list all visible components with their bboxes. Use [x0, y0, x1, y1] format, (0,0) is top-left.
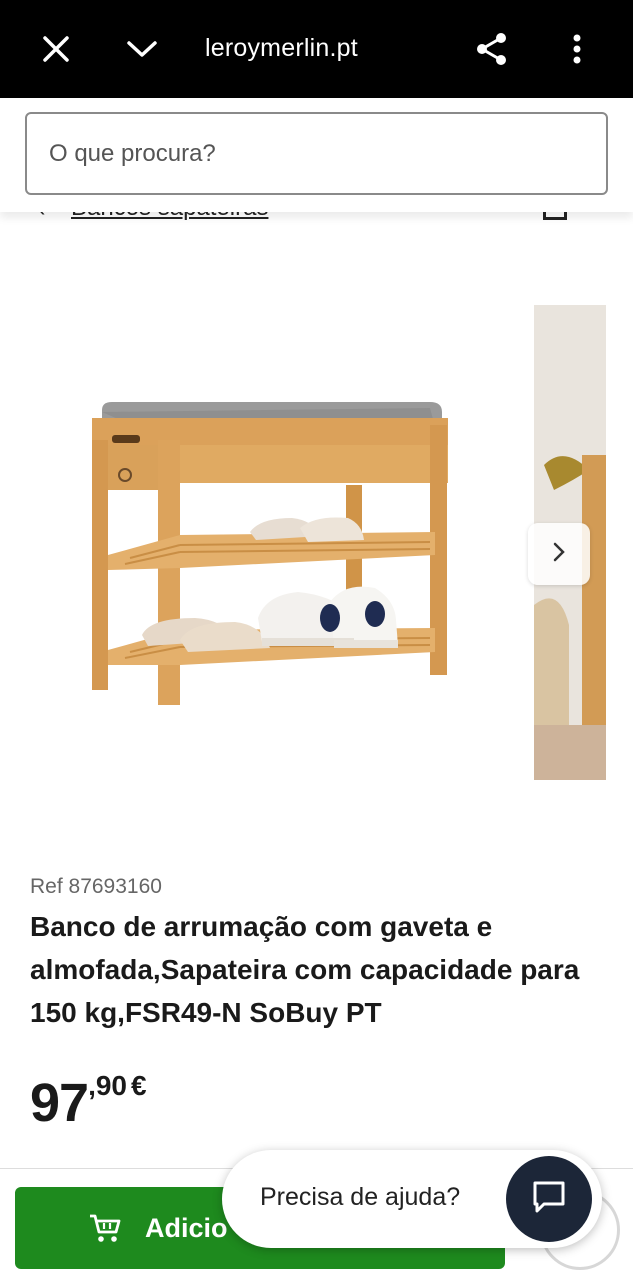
price-integer: 97 — [30, 1073, 89, 1133]
cart-icon — [87, 1210, 123, 1246]
search-bar — [0, 98, 633, 212]
add-to-cart-label: Adicio — [145, 1212, 228, 1243]
gallery-next-button[interactable] — [528, 523, 590, 585]
help-label: Precisa de ajuda? — [260, 1183, 461, 1211]
product-title: Banco de arrumação com gaveta e almofada… — [30, 911, 580, 1028]
help-chat-widget[interactable]: Precisa de ajuda? — [222, 1150, 602, 1248]
url-text[interactable]: leroymerlin.pt — [205, 34, 358, 63]
product-gallery[interactable] — [0, 290, 633, 800]
price-decimal: ,90 — [88, 1070, 128, 1101]
share-icon[interactable] — [470, 27, 514, 71]
product-image — [92, 402, 448, 705]
chevron-right-icon — [552, 541, 566, 568]
chevron-down-icon[interactable] — [120, 27, 164, 71]
chat-icon — [529, 1177, 569, 1222]
chat-button[interactable] — [506, 1156, 592, 1242]
product-price: 97,90 € — [30, 1070, 147, 1134]
browser-toolbar: leroymerlin.pt — [0, 0, 633, 98]
product-ref: Ref 87693160 — [30, 875, 162, 898]
close-icon[interactable] — [34, 27, 78, 71]
search-input[interactable] — [25, 112, 608, 195]
more-vertical-icon[interactable] — [555, 27, 599, 71]
price-currency: € — [131, 1070, 147, 1101]
